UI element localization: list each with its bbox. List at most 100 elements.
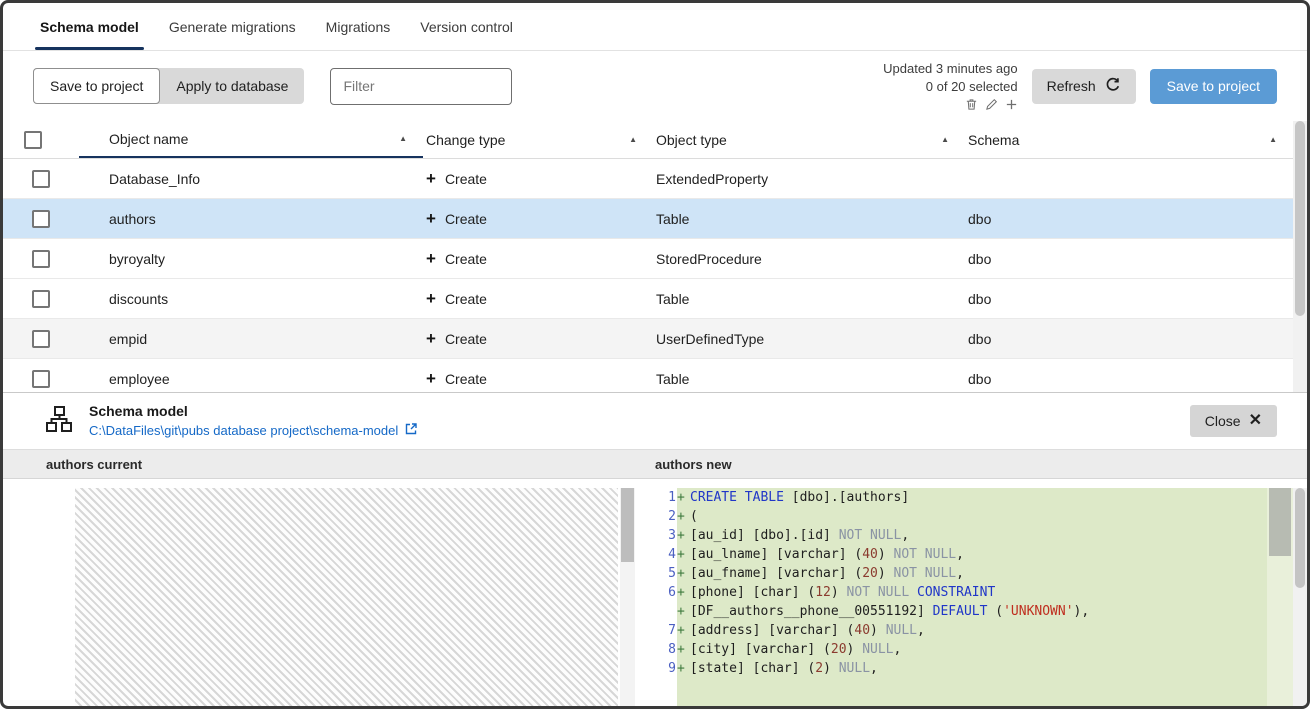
minimap-thumb[interactable] xyxy=(1269,488,1291,556)
code-token: NOT NULL xyxy=(893,566,957,581)
row-checkbox[interactable] xyxy=(3,369,79,388)
empty-diff-hatch xyxy=(75,488,618,706)
filter-input[interactable] xyxy=(330,67,513,105)
code-token: , xyxy=(956,566,964,581)
code-token: [DF__authors__phone__00551192] xyxy=(690,604,933,619)
table-row[interactable]: discounts + Create Table dbo xyxy=(3,279,1293,319)
line-number: 1 xyxy=(635,488,677,507)
code-token: ) xyxy=(823,661,839,676)
tab-schema-model[interactable]: Schema model xyxy=(25,3,154,50)
line-number xyxy=(635,602,677,621)
code-token: [address] [varchar] ( xyxy=(690,623,855,638)
table-row[interactable]: byroyalty + Create StoredProcedure dbo xyxy=(3,239,1293,279)
diff-left-header: authors current xyxy=(46,456,143,472)
code-token: , xyxy=(893,642,902,657)
select-all-checkbox[interactable] xyxy=(3,121,79,158)
row-checkbox[interactable] xyxy=(3,289,79,308)
line-number: 2 xyxy=(635,507,677,526)
code-line: 4 + [au_lname] [varchar] (40) NOT NULL, xyxy=(635,545,1267,564)
change-type-cell: + Create xyxy=(426,169,487,188)
code-token: ) xyxy=(830,585,847,600)
sort-asc-icon: ▲ xyxy=(629,135,637,144)
row-checkbox[interactable] xyxy=(3,169,79,188)
save-to-project-primary-button[interactable]: Save to project xyxy=(1149,68,1277,104)
diff-body: 1 + CREATE TABLE [dbo].[authors] 2 +(3 + [au_i… xyxy=(3,479,1307,706)
close-button[interactable]: Close ✕ xyxy=(1189,405,1277,437)
table-scrollbar[interactable] xyxy=(1293,121,1307,392)
panel-header: Schema model C:\DataFiles\git\pubs datab… xyxy=(3,393,1307,449)
code-line: 8 + [city] [varchar] (20) NULL, xyxy=(635,640,1267,659)
code-token: 40 xyxy=(854,623,871,638)
table-row[interactable]: employee + Create Table dbo xyxy=(3,359,1293,392)
table-main: Object name ▲ Change type ▲ Object type … xyxy=(3,121,1293,392)
diff-left-scrollbar[interactable] xyxy=(620,488,635,706)
create-plus-icon: + xyxy=(426,249,436,268)
code-token: NULL xyxy=(885,623,917,638)
edit-icon[interactable] xyxy=(985,98,998,111)
diff-added-sign: + xyxy=(677,509,685,524)
schema-model-path-link[interactable]: C:\DataFiles\git\pubs database project\s… xyxy=(89,422,418,439)
diff-left-pane xyxy=(3,488,635,706)
scrollbar-thumb[interactable] xyxy=(1295,488,1305,589)
table-row[interactable]: authors + Create Table dbo xyxy=(3,199,1293,239)
sort-asc-icon: ▲ xyxy=(1269,135,1277,144)
diff-added-sign: + xyxy=(677,661,685,676)
apply-to-database-button[interactable]: Apply to database xyxy=(160,68,304,104)
refresh-button[interactable]: Refresh xyxy=(1031,68,1136,104)
create-plus-icon: + xyxy=(426,169,436,188)
diff-added-sign: + xyxy=(677,490,685,505)
object-type-cell: Table xyxy=(656,290,690,307)
schema-model-icon xyxy=(45,405,73,438)
object-name-cell: empid xyxy=(109,330,148,347)
code-token: [au_lname] [varchar] ( xyxy=(690,547,863,562)
change-type-cell: + Create xyxy=(426,369,487,388)
column-header-object-name[interactable]: Object name ▲ xyxy=(79,121,423,158)
row-checkbox[interactable] xyxy=(3,249,79,268)
code-token: CONSTRAINT xyxy=(917,585,996,600)
object-type-cell: Table xyxy=(656,370,690,387)
row-checkbox[interactable] xyxy=(3,329,79,348)
schema-model-panel: Schema model C:\DataFiles\git\pubs datab… xyxy=(3,392,1307,706)
code-token: , xyxy=(956,547,964,562)
line-number: 4 xyxy=(635,545,677,564)
create-plus-icon: + xyxy=(426,209,436,228)
code-token: 20 xyxy=(830,642,847,657)
scrollbar-thumb[interactable] xyxy=(1295,121,1305,317)
diff-added-sign: + xyxy=(677,604,685,619)
app-window: Schema model Generate migrations Migration… xyxy=(0,0,1310,709)
diff-added-sign: + xyxy=(677,566,685,581)
scrollbar-thumb[interactable] xyxy=(621,488,634,563)
save-to-project-button[interactable]: Save to project xyxy=(33,68,161,104)
schema-cell: dbo xyxy=(968,250,992,267)
diff-right-scrollbar[interactable] xyxy=(1293,488,1307,706)
table-row[interactable]: empid + Create UserDefinedType dbo xyxy=(3,319,1293,359)
minimap[interactable] xyxy=(1267,488,1293,706)
table-row[interactable]: Database_Info + Create ExtendedProperty xyxy=(3,159,1293,199)
diff-added-sign: + xyxy=(677,642,685,657)
object-name-cell: Database_Info xyxy=(109,170,201,187)
column-header-change-type[interactable]: Change type ▲ xyxy=(423,121,653,158)
add-icon[interactable] xyxy=(1005,98,1018,111)
tab-generate-migrations[interactable]: Generate migrations xyxy=(154,3,311,50)
code-token: [phone] [char] ( xyxy=(690,585,816,600)
diff-right-pane: 1 + CREATE TABLE [dbo].[authors] 2 +(3 + [au_i… xyxy=(635,488,1307,706)
code-token: ) xyxy=(877,566,894,581)
tab-version-control[interactable]: Version control xyxy=(405,3,528,50)
object-name-cell: byroyalty xyxy=(109,250,166,267)
delete-icon[interactable] xyxy=(965,98,978,111)
row-checkbox[interactable] xyxy=(3,209,79,228)
column-header-object-type[interactable]: Object type ▲ xyxy=(653,121,965,158)
schema-cell: dbo xyxy=(968,210,992,227)
code-token: ( xyxy=(690,509,698,524)
diff-added-sign: + xyxy=(677,623,685,638)
updated-status: Updated 3 minutes ago xyxy=(883,61,1018,76)
column-header-schema[interactable]: Schema ▲ xyxy=(965,121,1293,158)
code-token: [au_fname] [varchar] ( xyxy=(690,566,863,581)
toolbar-right: Updated 3 minutes ago 0 of 20 selected R… xyxy=(883,61,1277,111)
line-number: 3 xyxy=(635,526,677,545)
tab-migrations[interactable]: Migrations xyxy=(311,3,406,50)
code-token: 'UNKNOWN' xyxy=(1003,604,1074,619)
open-external-icon xyxy=(404,422,418,439)
code-token: 2 xyxy=(815,661,824,676)
